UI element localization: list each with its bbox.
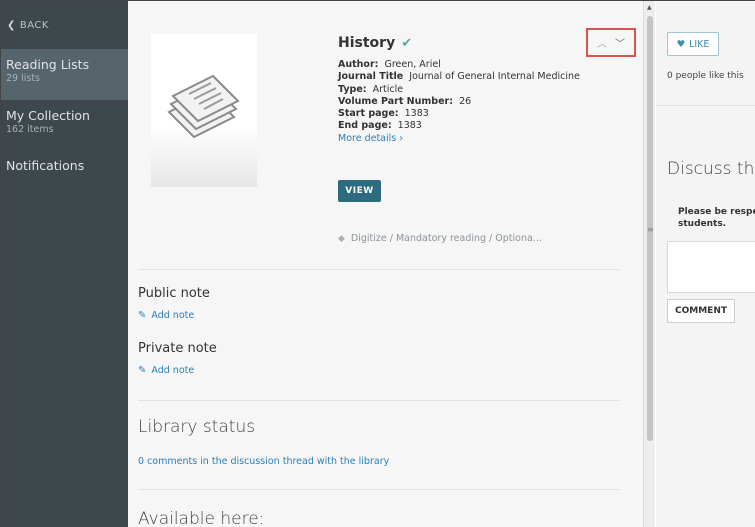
divider <box>138 269 620 270</box>
like-count: 0 people like this <box>667 71 744 81</box>
app-frame: ❮ BACK Reading Lists 29 lists My Collect… <box>0 0 755 527</box>
document-icon <box>167 74 240 139</box>
item-title-row: History ✔ <box>338 35 412 51</box>
library-status-heading: Library status <box>138 417 256 437</box>
discuss-heading: Discuss this <box>667 159 755 179</box>
divider <box>656 105 755 106</box>
divider <box>138 400 620 401</box>
heart-icon: ♥ <box>676 38 686 50</box>
respect-line: Please be respec <box>678 207 755 217</box>
type-label: Type: <box>338 83 367 95</box>
journal-label: Journal Title <box>338 71 404 83</box>
like-button[interactable]: ♥ LIKE <box>667 32 719 56</box>
add-note-label: Add note <box>151 365 195 376</box>
back-label: BACK <box>19 19 49 31</box>
comment-button[interactable]: COMMENT <box>667 299 735 323</box>
add-note-label: Add note <box>151 310 195 321</box>
chevron-down-icon[interactable]: ﹀ <box>615 35 625 50</box>
item-navigation: ︿ ﹀ <box>586 28 636 57</box>
item-thumbnail <box>151 34 257 187</box>
tags-text: Digitize / Mandatory reading / Optiona..… <box>350 233 542 244</box>
item-title[interactable]: History <box>338 35 395 51</box>
library-discussion-link[interactable]: 0 comments in the discussion thread with… <box>138 456 389 467</box>
scroll-up-arrow[interactable]: ▲ <box>647 4 652 11</box>
available-here-heading: Available here: <box>138 509 265 527</box>
sidebar-item-label: Notifications <box>6 158 85 173</box>
sidebar-item-count: 162 items <box>6 124 54 135</box>
sidebar: ❮ BACK Reading Lists 29 lists My Collect… <box>1 1 128 527</box>
private-note-heading: Private note <box>138 341 217 356</box>
pencil-icon: ✎ <box>138 310 147 321</box>
sidebar-item-my-collection[interactable]: My Collection 162 items <box>1 100 128 150</box>
back-button[interactable]: ❮ BACK <box>1 1 128 49</box>
check-icon: ✔ <box>401 35 413 51</box>
sidebar-item-reading-lists[interactable]: Reading Lists 29 lists <box>1 49 128 100</box>
resize-grip-icon[interactable]: ≡ <box>647 225 654 237</box>
author-value: Green, Ariel <box>384 59 441 70</box>
main-scrollbar[interactable]: ▲ <box>643 1 655 527</box>
social-panel: ♥ LIKE 0 people like this Discuss this P… <box>656 1 755 527</box>
type-value: Article <box>372 83 404 95</box>
chevron-up-icon[interactable]: ︿ <box>597 35 607 50</box>
item-tags[interactable]: ◆ Digitize / Mandatory reading / Optiona… <box>338 233 542 244</box>
journal-value: Journal of General Internal Medicine <box>409 71 580 83</box>
item-details: History ✔ ︿ ﹀ Author: Green, Ariel Journ… <box>128 1 643 527</box>
end-page-value: 1383 <box>397 120 422 132</box>
more-details-link[interactable]: More details › <box>338 133 580 145</box>
divider <box>138 489 620 490</box>
end-page-label: End page: <box>338 120 392 132</box>
start-page-value: 1383 <box>404 108 429 120</box>
sidebar-item-label: Reading Lists <box>6 57 90 72</box>
private-add-note-link[interactable]: ✎ Add note <box>138 365 194 376</box>
author-label: Author: <box>338 59 379 70</box>
comment-input[interactable] <box>667 241 755 293</box>
like-label: LIKE <box>689 38 710 50</box>
volume-value: 26 <box>459 95 472 107</box>
respect-line: students. <box>678 219 727 229</box>
pencil-icon: ✎ <box>138 365 147 376</box>
start-page-label: Start page: <box>338 108 399 120</box>
sidebar-item-notifications[interactable]: Notifications <box>1 150 128 200</box>
tag-icon: ◆ <box>338 233 345 244</box>
sidebar-item-label: My Collection <box>6 108 90 123</box>
view-button[interactable]: VIEW <box>338 180 381 202</box>
public-add-note-link[interactable]: ✎ Add note <box>138 310 194 321</box>
respect-notice: Please be respec students. <box>678 206 755 230</box>
chevron-left-icon: ❮ <box>7 19 16 31</box>
public-note-heading: Public note <box>138 286 210 301</box>
item-metadata: Author: Green, Ariel Journal Title Journ… <box>338 59 580 145</box>
volume-label: Volume Part Number: <box>338 95 454 107</box>
sidebar-item-count: 29 lists <box>6 73 41 84</box>
